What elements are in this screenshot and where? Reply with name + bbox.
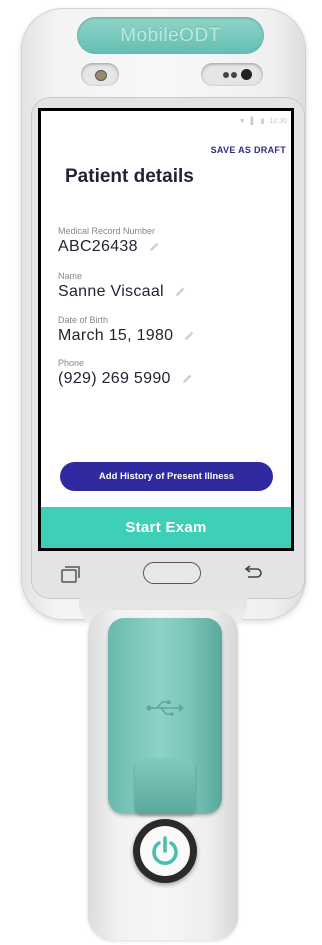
page-title: Patient details <box>65 166 194 187</box>
name-label: Name <box>58 271 83 281</box>
back-icon[interactable] <box>242 563 264 583</box>
mrn-label: Medical Record Number <box>58 226 156 236</box>
brand-logo: MobileODT <box>120 24 221 46</box>
mrn-value: ABC26438 <box>58 238 138 255</box>
start-exam-button[interactable]: Start Exam <box>41 507 291 548</box>
add-history-button[interactable]: Add History of Present Illness <box>60 462 273 491</box>
nav-bar <box>44 558 288 590</box>
mrn-field[interactable]: ABC26438 <box>58 238 160 256</box>
status-time: 12:30 <box>269 117 287 125</box>
dob-value: March 15, 1980 <box>58 327 174 344</box>
pencil-icon[interactable] <box>183 330 195 342</box>
phone-field[interactable]: (929) 269 5990 <box>58 370 193 388</box>
usb-icon <box>146 700 184 716</box>
front-camera <box>81 63 119 86</box>
sensor-cluster <box>201 63 263 86</box>
dob-label: Date of Birth <box>58 315 109 325</box>
status-bar: ▼ ▌ ▮ 12:30 <box>239 116 287 126</box>
home-icon[interactable] <box>143 562 201 584</box>
pencil-icon[interactable] <box>148 241 160 253</box>
recent-apps-icon[interactable] <box>56 564 82 586</box>
app-screen: ▼ ▌ ▮ 12:30 SAVE AS DRAFT Patient detail… <box>41 111 291 548</box>
phone-label: Phone <box>58 358 85 368</box>
battery-icon: ▮ <box>260 118 265 125</box>
phone-screen: ▼ ▌ ▮ 12:30 SAVE AS DRAFT Patient detail… <box>38 108 294 551</box>
usb-cover-tab <box>135 758 195 814</box>
power-button[interactable] <box>140 826 190 876</box>
pencil-icon[interactable] <box>181 373 193 385</box>
signal-icon: ▌ <box>250 117 256 125</box>
power-icon <box>152 836 178 865</box>
pencil-icon[interactable] <box>174 286 186 298</box>
name-field[interactable]: Sanne Viscaal <box>58 283 186 301</box>
wifi-icon: ▼ <box>238 117 246 125</box>
phone-value: (929) 269 5990 <box>58 370 171 387</box>
dob-field[interactable]: March 15, 1980 <box>58 327 195 345</box>
name-value: Sanne Viscaal <box>58 283 164 300</box>
brand-badge: MobileODT <box>77 17 264 54</box>
save-as-draft-button[interactable]: SAVE AS DRAFT <box>211 145 286 155</box>
